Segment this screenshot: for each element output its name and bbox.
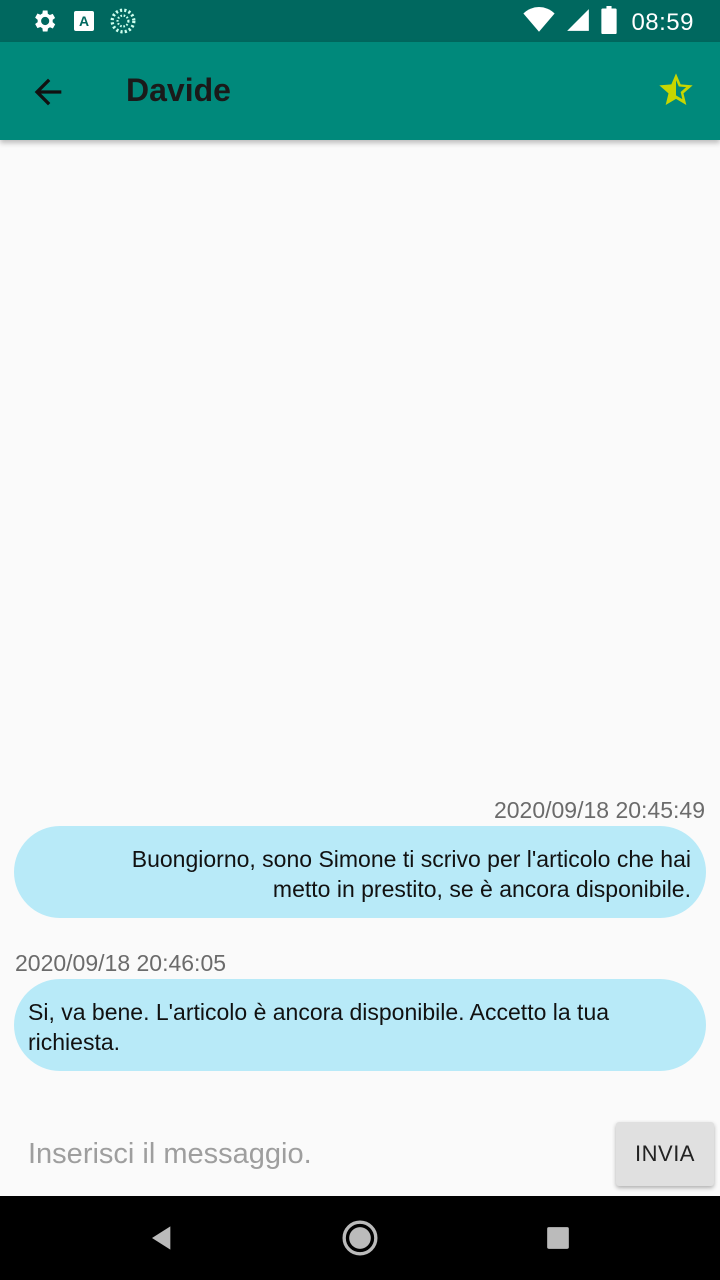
favorite-button[interactable] [656,70,696,110]
status-time: 08:59 [631,8,694,36]
nav-recents-button[interactable] [538,1218,578,1258]
message-list[interactable]: 2020/09/18 20:45:49 Buongiorno, sono Sim… [0,140,720,1100]
nav-home-button[interactable] [340,1218,380,1258]
app-bar: Davide [0,42,720,140]
message-timestamp: 2020/09/18 20:46:05 [15,950,227,976]
settings-icon [30,7,58,40]
wifi-icon [523,7,556,38]
composer: INVIA [0,1106,720,1196]
navigation-bar [0,1196,720,1280]
message-input[interactable] [14,1114,594,1194]
message-text: Si, va bene. L'articolo è ancora disponi… [28,999,610,1055]
message-bubble-sent[interactable]: Buongiorno, sono Simone ti scrivo per l'… [14,826,706,918]
nav-back-button[interactable] [142,1218,182,1258]
recents-square-icon [538,1227,578,1262]
back-triangle-icon [142,1226,182,1262]
svg-text:A: A [79,13,89,29]
chat-title: Davide [126,72,231,108]
arrow-back-icon [28,78,68,116]
star-half-icon [656,73,696,114]
home-circle-icon [340,1220,380,1262]
signal-icon [565,7,591,38]
battery-icon [601,6,618,39]
message-timestamp: 2020/09/18 20:45:49 [493,797,705,823]
message-bubble-received[interactable]: Si, va bene. L'articolo è ancora disponi… [14,979,706,1071]
sync-icon [110,8,136,39]
send-button[interactable]: INVIA [616,1122,714,1186]
message-text: Buongiorno, sono Simone ti scrivo per l'… [131,846,691,902]
back-button[interactable] [28,72,68,112]
status-bar: A 08:59 [0,0,720,42]
a-box-icon: A [72,9,96,38]
